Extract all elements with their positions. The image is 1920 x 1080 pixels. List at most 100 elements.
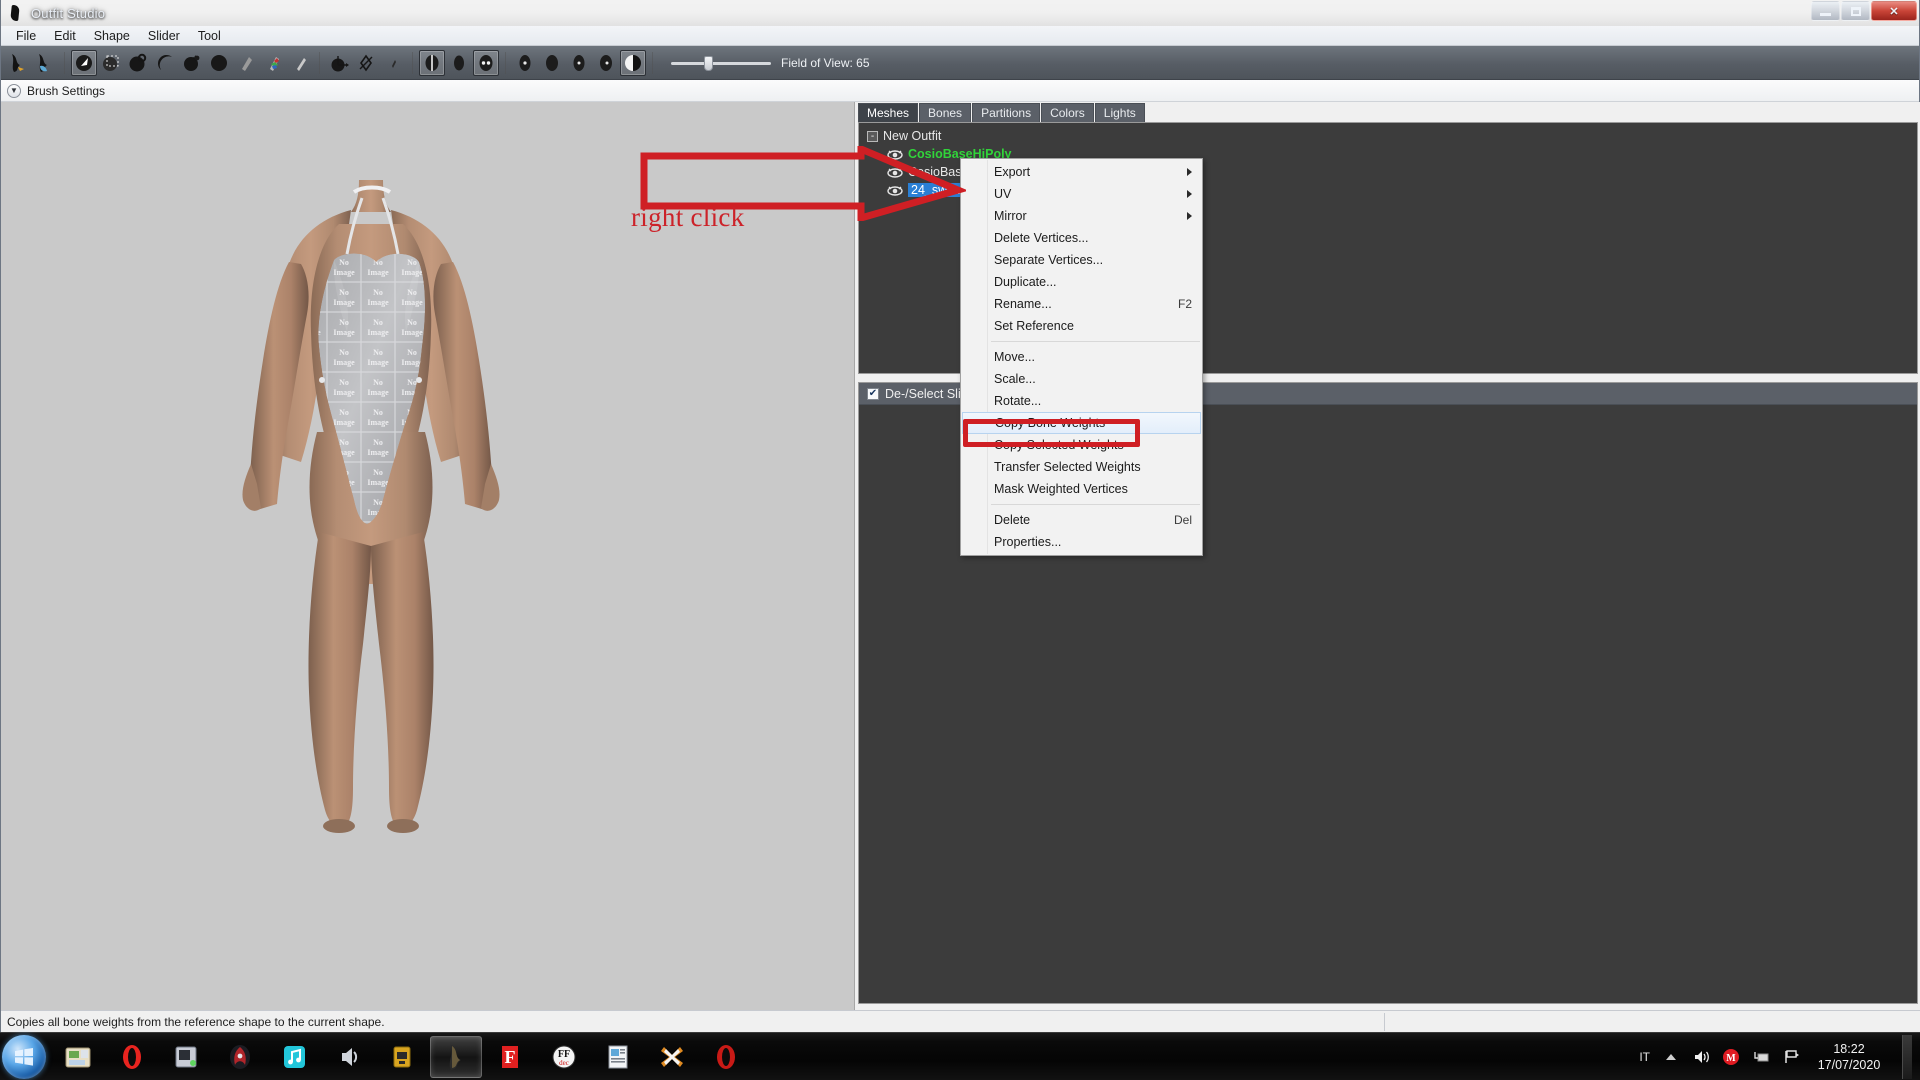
volume-icon[interactable] bbox=[1692, 1048, 1710, 1066]
brush-inflate-icon[interactable] bbox=[125, 50, 151, 76]
tree-root-new-outfit[interactable]: - New Outfit bbox=[865, 127, 1917, 145]
menu-item-delete-vertices[interactable]: Delete Vertices... bbox=[961, 227, 1202, 249]
menu-item-uv[interactable]: UV bbox=[961, 183, 1202, 205]
menu-edit[interactable]: Edit bbox=[45, 27, 85, 45]
fov-track bbox=[671, 61, 771, 65]
mesh-texture-icon[interactable] bbox=[593, 50, 619, 76]
brush-move-icon[interactable] bbox=[179, 50, 205, 76]
tree-expander-icon[interactable]: - bbox=[867, 130, 878, 142]
transform-icon[interactable] bbox=[326, 50, 352, 76]
menu-item-label: Properties... bbox=[994, 535, 1062, 549]
menu-shape[interactable]: Shape bbox=[85, 27, 139, 45]
menu-file[interactable]: File bbox=[7, 27, 45, 45]
fov-thumb[interactable] bbox=[704, 55, 713, 71]
explorer-icon[interactable] bbox=[52, 1036, 104, 1078]
view-single-icon[interactable] bbox=[446, 50, 472, 76]
menu-item-label: Set Reference bbox=[994, 319, 1074, 333]
menu-item-label: UV bbox=[994, 187, 1012, 201]
brush-undiff-icon[interactable] bbox=[233, 50, 259, 76]
brush-color-icon[interactable] bbox=[260, 50, 286, 76]
tab-partitions[interactable]: Partitions bbox=[972, 103, 1041, 123]
menu-item-label: Rename... bbox=[994, 297, 1052, 311]
menu-item-duplicate[interactable]: Duplicate... bbox=[961, 271, 1202, 293]
menu-item-shortcut: Del bbox=[1173, 513, 1192, 527]
mask-shape-icon[interactable] bbox=[32, 50, 58, 76]
menu-item-mirror[interactable]: Mirror bbox=[961, 205, 1202, 227]
app-icon bbox=[7, 4, 25, 22]
system-tray: IT M 18:22 17/07/2020 bbox=[1639, 1033, 1920, 1080]
menu-item-label: Rotate... bbox=[994, 394, 1042, 408]
chevron-up-icon[interactable] bbox=[1662, 1048, 1680, 1066]
nifskope-icon[interactable] bbox=[376, 1036, 428, 1078]
menu-item-mask-weighted-vertices[interactable]: Mask Weighted Vertices bbox=[961, 478, 1202, 500]
minimize-button[interactable] bbox=[1811, 1, 1840, 21]
menu-tool[interactable]: Tool bbox=[189, 27, 230, 45]
menu-item-scale[interactable]: Scale... bbox=[961, 368, 1202, 390]
menu-item-set-reference[interactable]: Set Reference bbox=[961, 315, 1202, 337]
view-dots-icon[interactable] bbox=[473, 49, 499, 76]
brush-deflate-icon[interactable] bbox=[152, 50, 178, 76]
clock[interactable]: 18:22 17/07/2020 bbox=[1812, 1041, 1886, 1073]
opera-2-icon[interactable] bbox=[700, 1036, 752, 1078]
pivot-icon[interactable] bbox=[353, 50, 379, 76]
menu-item-delete[interactable]: Delete Del bbox=[961, 509, 1202, 531]
opera-icon[interactable] bbox=[106, 1036, 158, 1078]
lighting-icon[interactable] bbox=[620, 49, 646, 76]
menu-item-transfer-selected-weights[interactable]: Transfer Selected Weights bbox=[961, 456, 1202, 478]
language-indicator[interactable]: IT bbox=[1639, 1050, 1650, 1064]
menu-item-label: Duplicate... bbox=[994, 275, 1057, 289]
panel-tabstrip: Meshes Bones Partitions Colors Lights bbox=[858, 103, 1145, 123]
menu-item-move[interactable]: Move... bbox=[961, 346, 1202, 368]
media-device-icon[interactable] bbox=[160, 1036, 212, 1078]
eye-icon[interactable] bbox=[887, 167, 903, 178]
tree-root-label: New Outfit bbox=[883, 129, 942, 143]
chevron-down-icon[interactable]: ▼ bbox=[7, 83, 21, 98]
maximize-button[interactable] bbox=[1841, 1, 1870, 21]
menu-item-rename[interactable]: Rename... F2 bbox=[961, 293, 1202, 315]
tab-lights[interactable]: Lights bbox=[1094, 103, 1145, 123]
brush-weight-icon[interactable] bbox=[287, 50, 313, 76]
menu-item-separate-vertices[interactable]: Separate Vertices... bbox=[961, 249, 1202, 271]
fov-slider[interactable] bbox=[671, 54, 771, 72]
audio-tool-icon[interactable] bbox=[322, 1036, 374, 1078]
mail-badge-icon[interactable]: M bbox=[1722, 1048, 1740, 1066]
de-select-sliders-checkbox[interactable]: ✔ bbox=[867, 387, 879, 400]
menu-slider[interactable]: Slider bbox=[139, 27, 189, 45]
windows-start-orb-icon[interactable] bbox=[2, 1034, 46, 1079]
tab-colors[interactable]: Colors bbox=[1041, 103, 1094, 123]
brush-settings-bar[interactable]: ▼ Brush Settings bbox=[1, 80, 1919, 102]
menu-item-label: Transfer Selected Weights bbox=[994, 460, 1141, 474]
view-split-icon[interactable] bbox=[419, 49, 445, 76]
menu-item-properties[interactable]: Properties... bbox=[961, 531, 1202, 553]
outfit-studio-icon[interactable] bbox=[430, 1035, 482, 1078]
x-app-icon[interactable] bbox=[646, 1036, 698, 1078]
f-app-icon[interactable]: F bbox=[484, 1036, 536, 1078]
document-viewer-icon[interactable] bbox=[592, 1036, 644, 1078]
tab-meshes[interactable]: Meshes bbox=[858, 103, 919, 123]
eye-icon[interactable] bbox=[887, 149, 903, 160]
menu-item-rotate[interactable]: Rotate... bbox=[961, 390, 1202, 412]
tab-bones[interactable]: Bones bbox=[919, 103, 972, 123]
brush-settings-label: Brush Settings bbox=[27, 83, 106, 98]
fov-label: Field of View: 65 bbox=[781, 55, 870, 70]
mesh-visible-icon[interactable] bbox=[512, 50, 538, 76]
viewport-3d[interactable]: No Image bbox=[1, 102, 855, 1010]
mesh-points-icon[interactable] bbox=[566, 50, 592, 76]
ffdec-icon[interactable]: FF dec bbox=[538, 1036, 590, 1078]
status-separator bbox=[1384, 1013, 1385, 1031]
network-icon[interactable] bbox=[1752, 1048, 1770, 1066]
flag-icon[interactable] bbox=[1782, 1048, 1800, 1066]
eye-icon[interactable] bbox=[887, 185, 903, 196]
close-button[interactable]: ✕ bbox=[1871, 1, 1917, 21]
mesh-wire-icon[interactable] bbox=[539, 50, 565, 76]
menu-item-export[interactable]: Export bbox=[961, 161, 1202, 183]
select-shape-icon[interactable] bbox=[5, 50, 31, 76]
music-player-icon[interactable] bbox=[268, 1036, 320, 1078]
brush-box-select-icon[interactable] bbox=[98, 50, 124, 76]
show-desktop-button[interactable] bbox=[1902, 1035, 1912, 1079]
brush-standard-icon[interactable] bbox=[71, 49, 97, 76]
skyrim-mod-organizer-icon[interactable] bbox=[214, 1036, 266, 1078]
vertex-edit-icon[interactable] bbox=[380, 50, 406, 76]
brush-smooth-icon[interactable] bbox=[206, 50, 232, 76]
menu-item-label: Mirror bbox=[994, 209, 1027, 223]
